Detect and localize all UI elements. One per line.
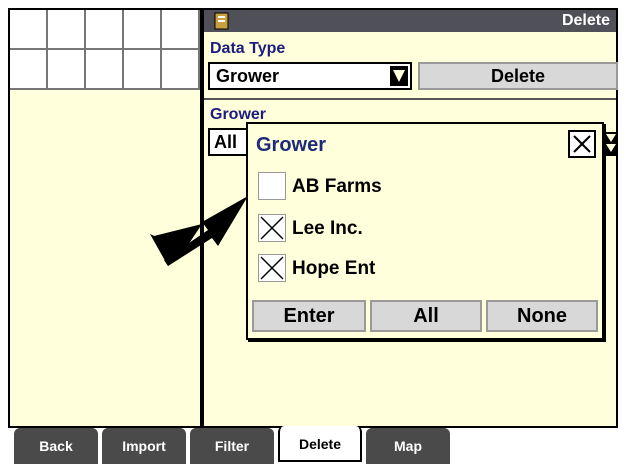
option-label: Hope Ent [292, 258, 376, 279]
check-x-icon [260, 256, 284, 280]
select-all-button[interactable]: All [370, 300, 482, 332]
delete-button[interactable]: Delete [418, 62, 618, 90]
shortcut-cell[interactable] [162, 10, 200, 50]
tab-import[interactable]: Import [102, 428, 186, 464]
popup-title: Grower [256, 134, 327, 156]
close-icon [573, 135, 591, 153]
scroll-arrows-icon[interactable] [604, 132, 618, 156]
data-type-value: Grower [216, 66, 280, 86]
shortcut-cell[interactable] [86, 10, 124, 50]
data-type-dropdown[interactable]: Grower [208, 62, 412, 90]
grower-dropdown[interactable]: All [208, 128, 248, 156]
data-type-label: Data Type [210, 40, 286, 57]
option-hope-ent[interactable]: Hope Ent [258, 254, 508, 288]
page-icon [214, 12, 229, 30]
grower-popup: Grower AB Farms Lee Inc. Hope Ent Enter … [246, 122, 604, 340]
option-lee-inc[interactable]: Lee Inc. [258, 214, 508, 248]
select-none-button[interactable]: None [486, 300, 598, 332]
tab-filter[interactable]: Filter [190, 428, 274, 464]
shortcut-cell[interactable] [48, 50, 86, 90]
pointer-arrow-icon [150, 196, 248, 266]
shortcut-grid [10, 10, 200, 90]
pane-titlebar: Delete [204, 10, 616, 32]
shortcut-cell[interactable] [162, 50, 200, 90]
shortcut-cell[interactable] [48, 10, 86, 50]
grower-value: All [214, 132, 238, 152]
tab-delete[interactable]: Delete [278, 426, 362, 462]
tab-map[interactable]: Map [366, 428, 450, 464]
shortcut-cell[interactable] [10, 50, 48, 90]
chevron-down-icon [390, 66, 408, 86]
enter-button[interactable]: Enter [252, 300, 366, 332]
shortcut-cell[interactable] [124, 50, 162, 90]
page-title: Delete [561, 12, 610, 29]
shortcut-cell[interactable] [10, 10, 48, 50]
tab-back[interactable]: Back [14, 428, 98, 464]
checkbox-checked[interactable] [258, 214, 286, 242]
option-label: AB Farms [292, 176, 382, 197]
checkbox-checked[interactable] [258, 254, 286, 282]
option-label: Lee Inc. [292, 218, 363, 239]
check-x-icon [260, 216, 284, 240]
divider [204, 98, 616, 100]
checkbox-unchecked[interactable] [258, 172, 286, 200]
shortcut-cell[interactable] [86, 50, 124, 90]
close-button[interactable] [568, 130, 596, 158]
shortcut-cell[interactable] [124, 10, 162, 50]
option-ab-farms[interactable]: AB Farms [258, 172, 508, 206]
